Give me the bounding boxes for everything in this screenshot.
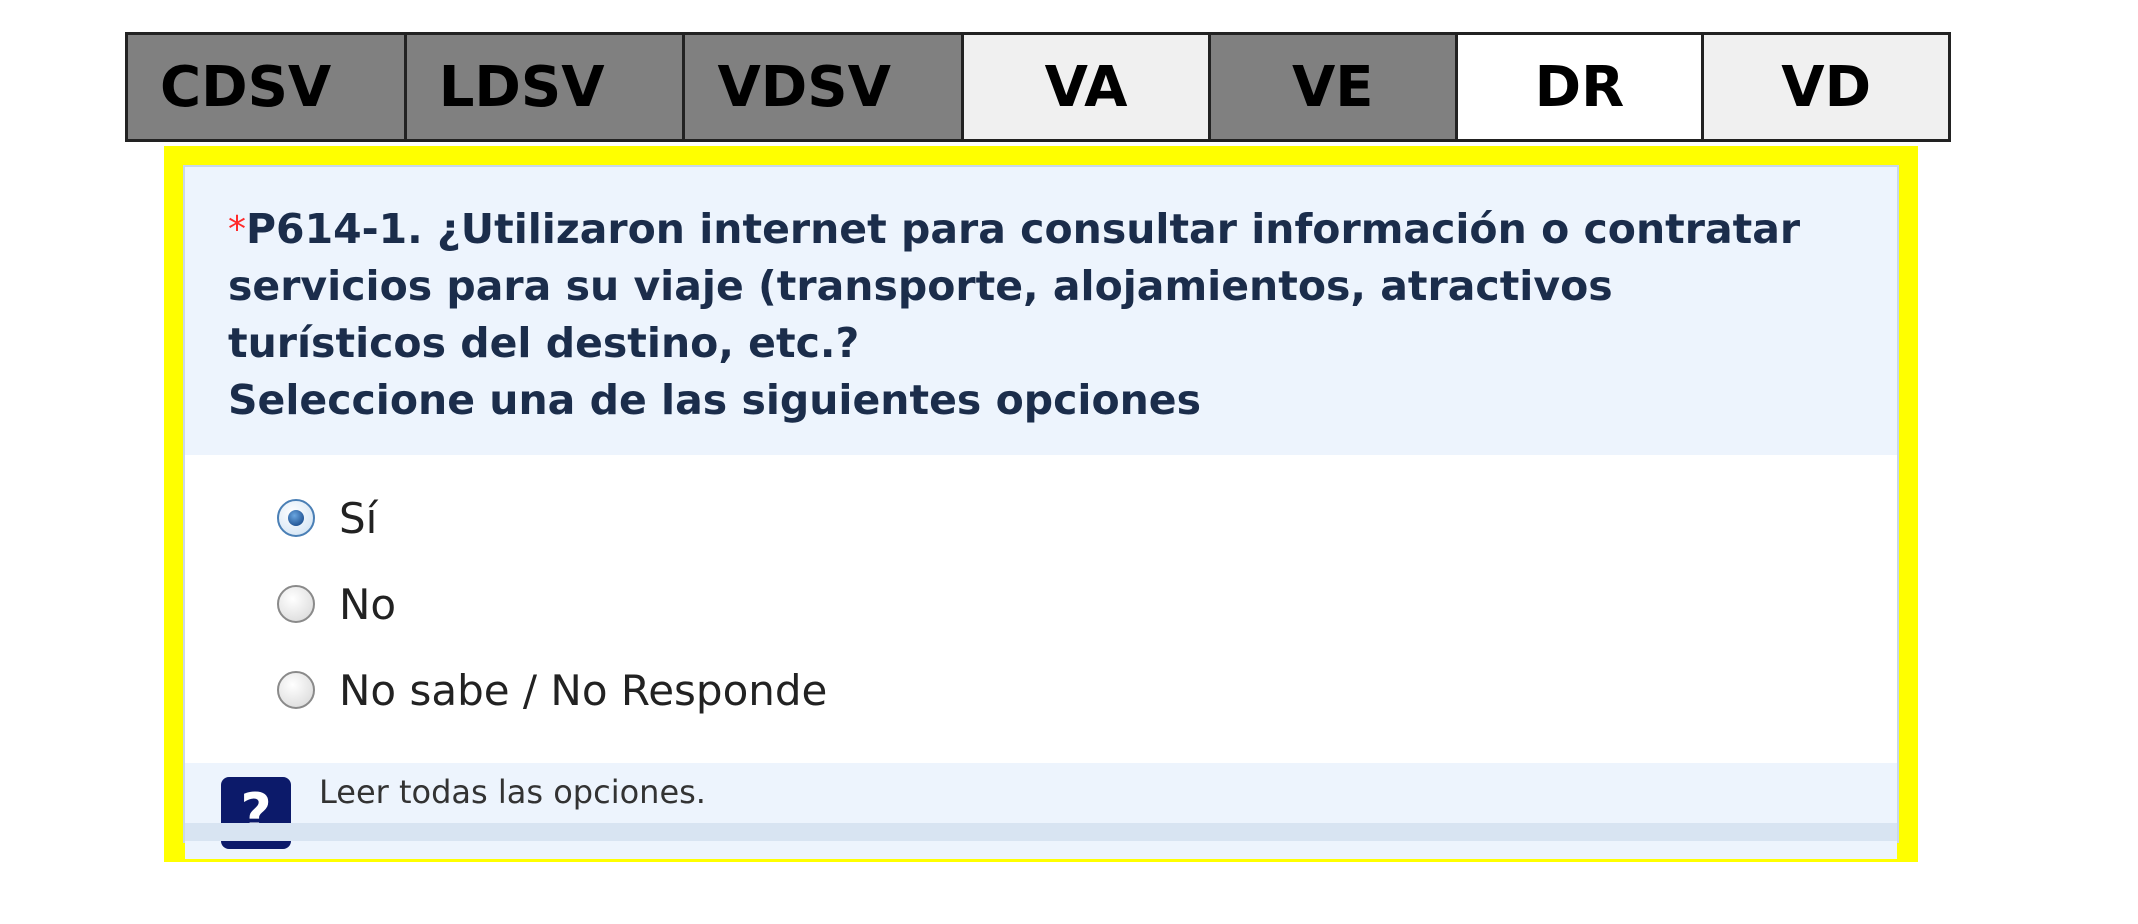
answer-options: Sí No No sabe / No Responde (185, 455, 1897, 763)
radio-no-sabe[interactable] (277, 671, 315, 709)
tab-va-label: VA (1044, 54, 1128, 120)
tab-strip: CDSV LDSV VDSV VA VE DR VD (125, 32, 1951, 142)
radio-selected-dot (288, 510, 304, 526)
card-footer-strip (185, 823, 1897, 841)
question-text-1: P614-1. ¿Utilizaron internet para consul… (246, 205, 1801, 253)
option-no-sabe[interactable]: No sabe / No Responde (277, 647, 1897, 733)
option-no-label[interactable]: No (339, 580, 396, 629)
question-card: *P614-1. ¿Utilizaron internet para consu… (183, 165, 1899, 859)
option-si[interactable]: Sí (277, 475, 1897, 561)
radio-no[interactable] (277, 585, 315, 623)
tab-ve-label: VE (1291, 54, 1374, 120)
tab-vd-label: VD (1781, 54, 1872, 120)
tab-ldsv-label: LDSV (438, 54, 605, 120)
option-si-label[interactable]: Sí (339, 494, 377, 543)
tab-cdsv[interactable]: CDSV (128, 35, 407, 139)
question-title-line-1: *P614-1. ¿Utilizaron internet para consu… (228, 201, 1897, 258)
question-text-3: turísticos del destino, etc.? (228, 319, 860, 367)
question-header: *P614-1. ¿Utilizaron internet para consu… (185, 167, 1897, 455)
tab-vd[interactable]: VD (1704, 35, 1949, 139)
tab-cdsv-label: CDSV (160, 54, 332, 120)
option-no-sabe-label[interactable]: No sabe / No Responde (339, 666, 827, 715)
option-no[interactable]: No (277, 561, 1897, 647)
required-marker: * (228, 209, 246, 250)
radio-si[interactable] (277, 499, 315, 537)
tab-ve[interactable]: VE (1210, 35, 1458, 139)
tab-vdsv[interactable]: VDSV (685, 35, 965, 139)
tab-vdsv-label: VDSV (717, 54, 891, 120)
tab-va[interactable]: VA (964, 35, 1211, 139)
question-card-highlight: *P614-1. ¿Utilizaron internet para consu… (164, 146, 1918, 862)
tab-ldsv[interactable]: LDSV (406, 35, 686, 139)
tab-dr-label: DR (1534, 54, 1625, 120)
help-section: ? Leer todas las opciones. (185, 763, 1897, 859)
question-instruction: Seleccione una de las siguientes opcione… (228, 376, 1202, 424)
question-text-2: servicios para su viaje (transporte, alo… (228, 262, 1613, 310)
help-text: Leer todas las opciones. (319, 773, 706, 811)
tab-dr[interactable]: DR (1457, 35, 1705, 139)
